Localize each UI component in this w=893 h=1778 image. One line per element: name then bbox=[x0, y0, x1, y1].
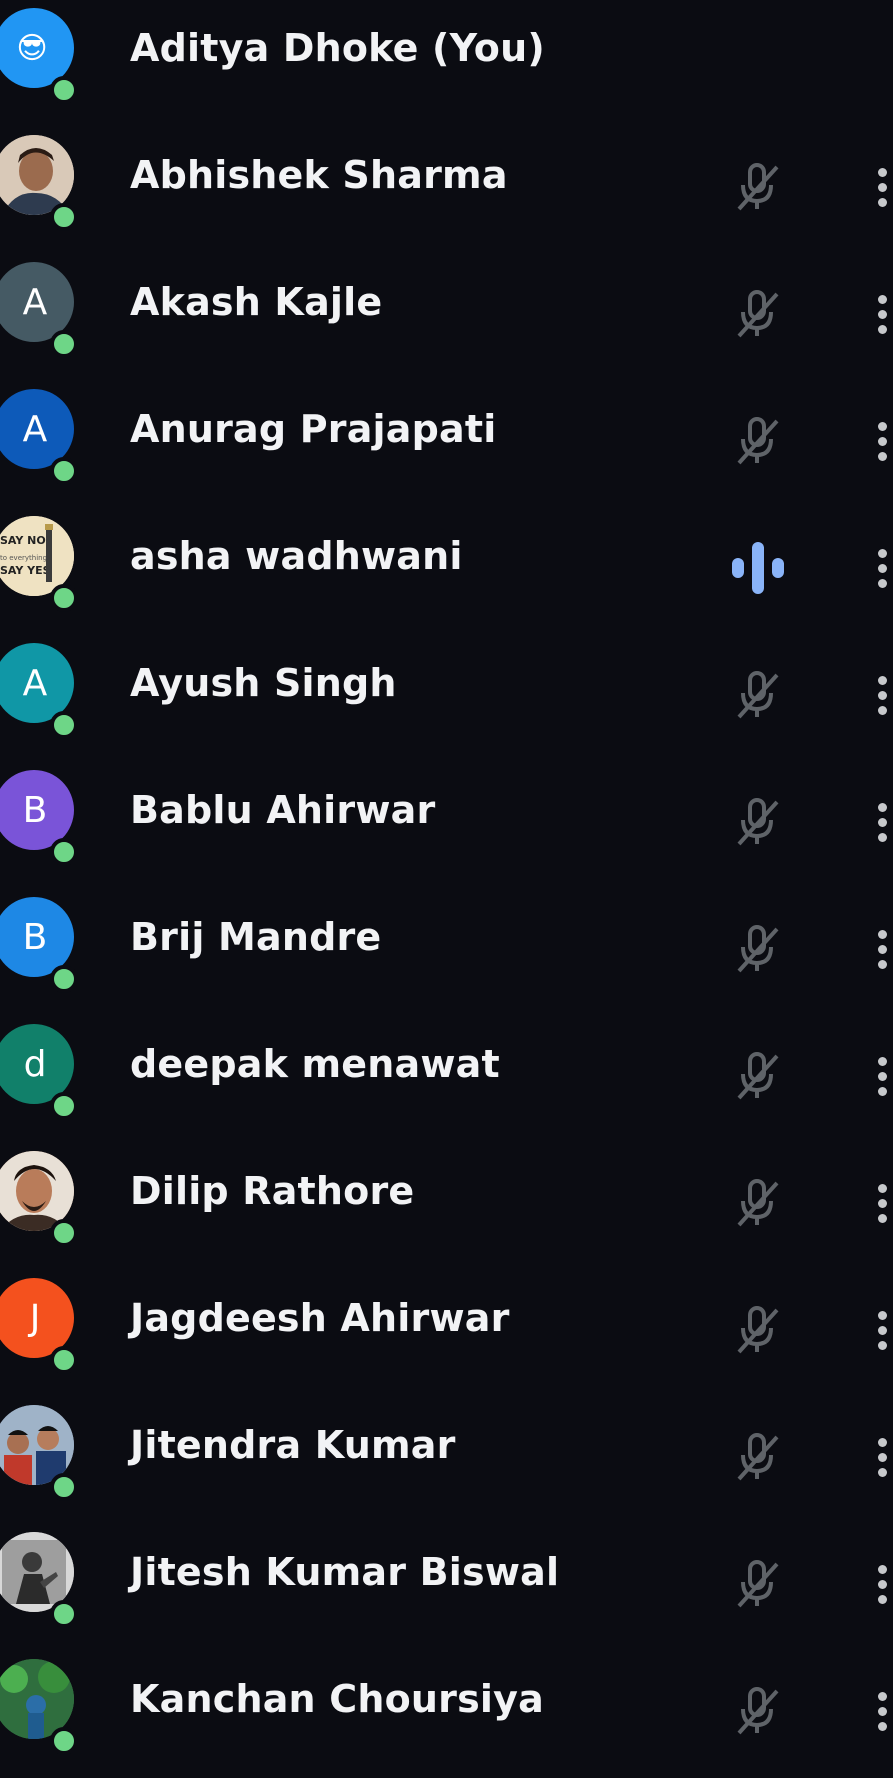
more-options-icon[interactable] bbox=[872, 792, 893, 852]
mic-off-icon bbox=[726, 1298, 790, 1362]
online-status-dot bbox=[50, 965, 78, 993]
participant-row[interactable]: Jitesh Kumar Biswal bbox=[0, 1524, 893, 1651]
more-options-icon[interactable] bbox=[872, 1173, 893, 1233]
mic-off-icon bbox=[726, 790, 790, 854]
online-status-dot bbox=[50, 330, 78, 358]
participant-row[interactable]: A Ayush Singh bbox=[0, 635, 893, 762]
participant-name: deepak menawat bbox=[130, 1042, 500, 1086]
sunglasses-emoji-icon: 😎 bbox=[16, 30, 48, 66]
participant-name: Jitendra Kumar bbox=[130, 1423, 456, 1467]
participant-name: Kanchan Choursiya bbox=[130, 1677, 544, 1721]
mic-off-icon bbox=[726, 409, 790, 473]
online-status-dot bbox=[50, 1727, 78, 1755]
participant-name: asha wadhwani bbox=[130, 534, 463, 578]
more-options-icon[interactable] bbox=[872, 284, 893, 344]
more-options-icon[interactable] bbox=[872, 1300, 893, 1360]
avatar-initial: A bbox=[22, 408, 48, 450]
mic-off-icon bbox=[726, 663, 790, 727]
participant-row[interactable]: Kanchan Choursiya bbox=[0, 1651, 893, 1778]
more-options-icon[interactable] bbox=[872, 1554, 893, 1614]
mic-off-icon bbox=[726, 155, 790, 219]
online-status-dot bbox=[50, 457, 78, 485]
mic-off-icon bbox=[726, 1679, 790, 1743]
mic-off-icon bbox=[726, 1171, 790, 1235]
online-status-dot bbox=[50, 1092, 78, 1120]
mic-off-icon bbox=[726, 1044, 790, 1108]
participant-row[interactable]: A Akash Kajle bbox=[0, 254, 893, 381]
participant-name: Akash Kajle bbox=[130, 280, 383, 324]
mic-off-icon bbox=[726, 282, 790, 346]
audio-level-icon bbox=[726, 536, 790, 600]
participant-name: Ayush Singh bbox=[130, 661, 397, 705]
online-status-dot bbox=[50, 76, 78, 104]
participant-name: Jitesh Kumar Biswal bbox=[130, 1550, 560, 1594]
participant-row[interactable]: Abhishek Sharma bbox=[0, 127, 893, 254]
participant-name: Abhishek Sharma bbox=[130, 153, 508, 197]
participant-name: Dilip Rathore bbox=[130, 1169, 415, 1213]
more-options-icon[interactable] bbox=[872, 1046, 893, 1106]
mic-off-icon bbox=[726, 917, 790, 981]
participant-row[interactable]: A Anurag Prajapati bbox=[0, 381, 893, 508]
more-options-icon[interactable] bbox=[872, 665, 893, 725]
online-status-dot bbox=[50, 1473, 78, 1501]
more-options-icon[interactable] bbox=[872, 1681, 893, 1741]
avatar-initial: d bbox=[23, 1043, 47, 1085]
avatar-initial: A bbox=[22, 662, 48, 704]
svg-text:SAY NO: SAY NO bbox=[0, 534, 46, 547]
more-options-icon[interactable] bbox=[872, 919, 893, 979]
online-status-dot bbox=[50, 584, 78, 612]
participant-row[interactable]: B Bablu Ahirwar bbox=[0, 762, 893, 889]
online-status-dot bbox=[50, 1346, 78, 1374]
online-status-dot bbox=[50, 1219, 78, 1247]
online-status-dot bbox=[50, 1600, 78, 1628]
avatar-initial: J bbox=[29, 1297, 41, 1339]
more-options-icon[interactable] bbox=[872, 411, 893, 471]
more-options-icon[interactable] bbox=[872, 157, 893, 217]
svg-text:SAY YES: SAY YES bbox=[0, 564, 51, 577]
participant-row[interactable]: SAY NO to everything SAY YES asha wadhwani bbox=[0, 508, 893, 635]
avatar-initial: B bbox=[22, 789, 48, 831]
participant-name: Bablu Ahirwar bbox=[130, 788, 436, 832]
mic-off-icon bbox=[726, 1425, 790, 1489]
svg-text:to everything: to everything bbox=[0, 554, 47, 562]
participant-row[interactable]: Jitendra Kumar bbox=[0, 1397, 893, 1524]
participant-row[interactable]: Dilip Rathore bbox=[0, 1143, 893, 1270]
participant-name: Brij Mandre bbox=[130, 915, 382, 959]
more-options-icon[interactable] bbox=[872, 538, 893, 598]
participant-list: 😎 Aditya Dhoke (You) Abhishek Sharma A Akash… bbox=[0, 0, 893, 1778]
participant-name: Aditya Dhoke (You) bbox=[130, 26, 545, 70]
avatar-initial: A bbox=[22, 281, 48, 323]
online-status-dot bbox=[50, 711, 78, 739]
avatar-initial: B bbox=[22, 916, 48, 958]
participant-row[interactable]: 😎 Aditya Dhoke (You) bbox=[0, 0, 893, 127]
more-options-icon[interactable] bbox=[872, 1427, 893, 1487]
online-status-dot bbox=[50, 838, 78, 866]
participant-name: Anurag Prajapati bbox=[130, 407, 497, 451]
online-status-dot bbox=[50, 203, 78, 231]
participant-name: Jagdeesh Ahirwar bbox=[130, 1296, 510, 1340]
participant-row[interactable]: B Brij Mandre bbox=[0, 889, 893, 1016]
participant-row[interactable]: d deepak menawat bbox=[0, 1016, 893, 1143]
mic-off-icon bbox=[726, 1552, 790, 1616]
participant-row[interactable]: J Jagdeesh Ahirwar bbox=[0, 1270, 893, 1397]
